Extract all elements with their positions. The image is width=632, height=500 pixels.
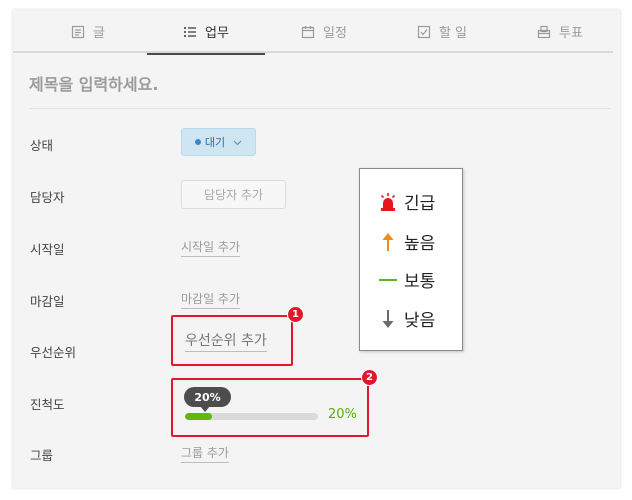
tab-label: 업무 (205, 26, 229, 41)
list-icon (183, 25, 197, 39)
callout-badge-2: 2 (361, 369, 378, 386)
legend-item-urgent: 긴급 (378, 189, 435, 214)
legend-item-low: 낮음 (378, 306, 435, 331)
start-date-label: 시작일 (30, 242, 65, 257)
title-divider (29, 108, 611, 109)
priority-label: 우선순위 (30, 345, 77, 360)
progress-slider[interactable] (185, 413, 318, 420)
group-label: 그룹 (30, 448, 54, 463)
legend-label: 높음 (404, 234, 436, 254)
tab-label: 할 일 (438, 26, 468, 41)
add-assignee-button[interactable]: 담당자 추가 (181, 180, 286, 209)
legend-item-normal: 보통 (378, 267, 435, 292)
status-dot-icon (194, 139, 201, 145)
tab-task[interactable]: 업무 (147, 10, 265, 55)
tab-post[interactable]: 글 (29, 10, 147, 53)
tab-label: 투표 (559, 26, 583, 41)
legend-label: 보통 (404, 272, 436, 292)
legend-label: 낮음 (404, 311, 436, 331)
task-form-panel: 글 업무 일정 할 일 투표 제목을 입력하세요. 상태 대기 담당자 담당자 … (13, 10, 620, 488)
add-priority-link[interactable]: 우선순위 추가 (185, 330, 267, 352)
title-input[interactable]: 제목을 입력하세요. (29, 71, 158, 95)
due-date-label: 마감일 (30, 294, 65, 309)
tab-schedule[interactable]: 일정 (265, 10, 383, 53)
tab-label: 글 (93, 26, 105, 41)
status-label: 상태 (30, 138, 54, 153)
progress-tooltip: 20% (184, 387, 231, 412)
calendar-icon (301, 25, 315, 39)
ballot-box-icon (537, 25, 551, 39)
add-group-link[interactable]: 그룹 추가 (181, 444, 229, 463)
status-value: 대기 (204, 136, 226, 149)
progress-value: 20% (328, 407, 357, 422)
priority-legend: 긴급 높음 보통 낮음 (359, 168, 463, 351)
add-due-date-link[interactable]: 마감일 추가 (181, 290, 241, 309)
assignee-label: 담당자 (30, 190, 65, 205)
post-type-tabs: 글 업무 일정 할 일 투표 (13, 10, 613, 55)
tab-todo[interactable]: 할 일 (383, 10, 501, 53)
dash-icon (378, 269, 398, 291)
legend-item-high: 높음 (378, 229, 435, 254)
arrow-up-icon (378, 231, 398, 253)
legend-label: 긴급 (404, 194, 436, 214)
progress-label: 진척도 (30, 397, 65, 412)
callout-badge-1: 1 (287, 306, 304, 323)
tab-label: 일정 (323, 26, 347, 41)
siren-icon (378, 191, 398, 213)
arrow-down-icon (378, 308, 398, 330)
progress-fill (185, 413, 212, 420)
tab-vote[interactable]: 투표 (501, 10, 619, 53)
status-dropdown[interactable]: 대기 (181, 128, 256, 156)
document-icon (71, 25, 85, 39)
add-start-date-link[interactable]: 시작일 추가 (181, 238, 241, 257)
checkbox-icon (417, 25, 431, 39)
chevron-down-icon (233, 136, 242, 149)
